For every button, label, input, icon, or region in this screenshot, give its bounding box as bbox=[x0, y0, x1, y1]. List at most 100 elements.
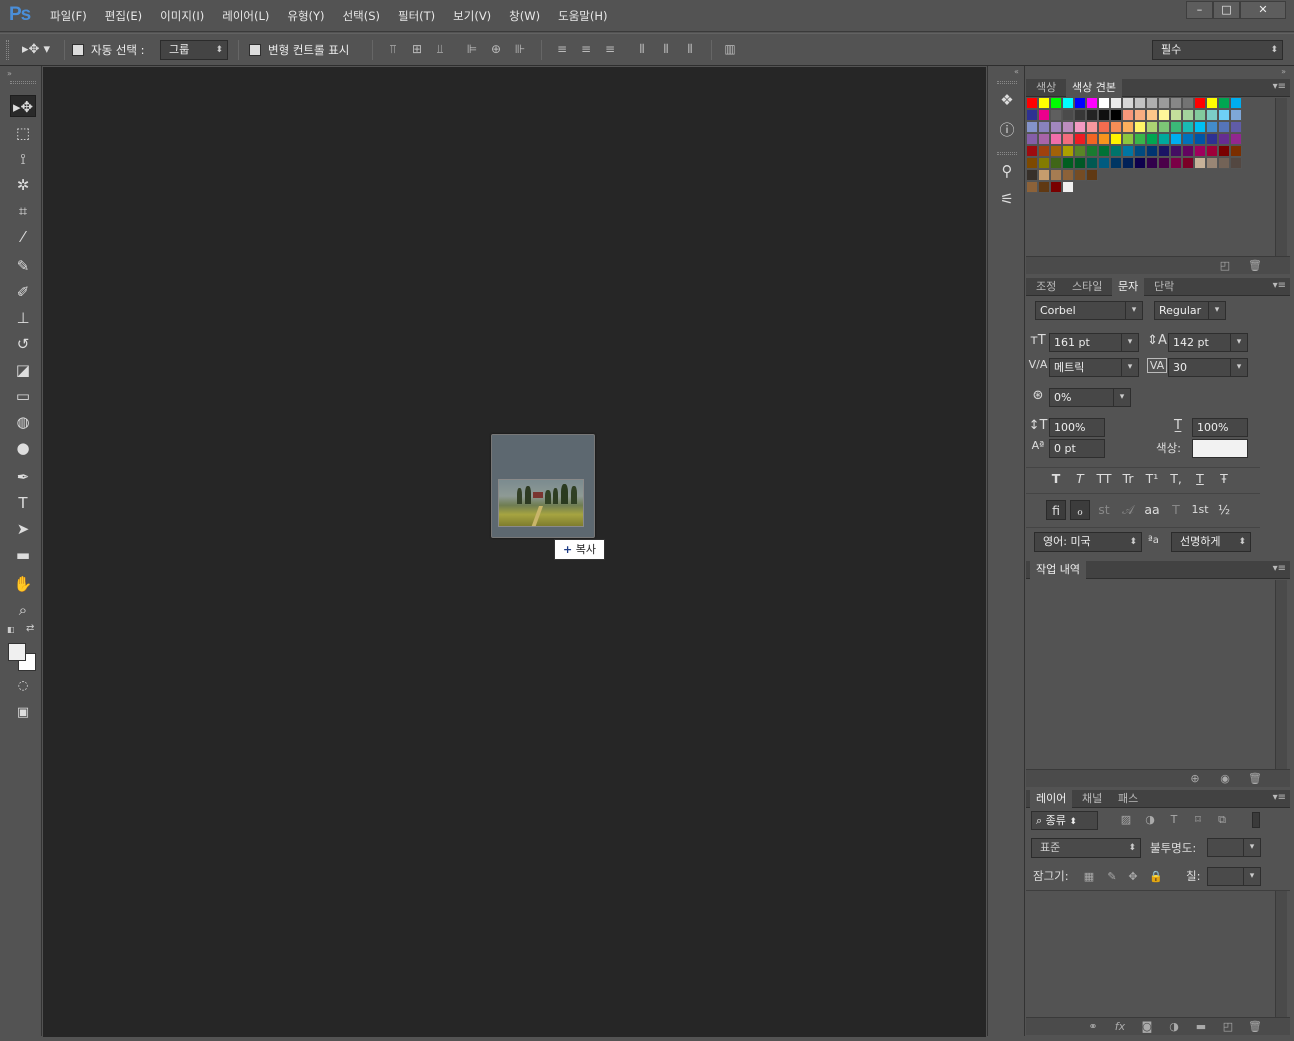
new-group-folder-icon[interactable]: ▬ bbox=[1194, 1020, 1208, 1034]
color-swatch[interactable] bbox=[1075, 158, 1086, 169]
color-swatch[interactable] bbox=[1111, 134, 1122, 145]
color-swatch[interactable] bbox=[1195, 134, 1206, 145]
color-swatch[interactable] bbox=[1075, 98, 1086, 109]
color-swatch[interactable] bbox=[1087, 122, 1098, 133]
collapse-icon[interactable]: » bbox=[7, 69, 12, 78]
color-swatch[interactable] bbox=[1219, 134, 1230, 145]
info-panel-icon[interactable]: ⓘ bbox=[997, 120, 1017, 140]
color-swatch[interactable] bbox=[1207, 122, 1218, 133]
color-swatch[interactable] bbox=[1051, 146, 1062, 157]
crop-tool-icon[interactable]: ⌗ bbox=[10, 200, 36, 222]
brush-tool-icon[interactable]: ✐ bbox=[10, 281, 36, 303]
color-swatch[interactable] bbox=[1051, 122, 1062, 133]
color-swatch[interactable] bbox=[1027, 134, 1038, 145]
fractions-button[interactable]: ½ bbox=[1214, 500, 1234, 520]
grip-handle[interactable] bbox=[6, 40, 9, 60]
small-caps-button[interactable]: Tr bbox=[1118, 469, 1138, 489]
color-swatch[interactable] bbox=[1039, 134, 1050, 145]
distribute-top-icon[interactable]: ≡ bbox=[555, 42, 569, 57]
tab-styles[interactable]: 스타일 bbox=[1066, 278, 1108, 296]
auto-align-layers-icon[interactable]: ▥ bbox=[723, 42, 737, 57]
color-swatch[interactable] bbox=[1111, 98, 1122, 109]
new-document-from-state-icon[interactable]: ⊕ bbox=[1188, 772, 1202, 786]
color-swatch[interactable] bbox=[1219, 122, 1230, 133]
color-swatch[interactable] bbox=[1135, 98, 1146, 109]
color-swatch[interactable] bbox=[1195, 98, 1206, 109]
tab-character[interactable]: 문자 bbox=[1112, 278, 1145, 296]
horizontal-scale-field[interactable]: 100% bbox=[1192, 418, 1248, 437]
align-left-icon[interactable]: ⊫ bbox=[465, 42, 479, 57]
color-swatch[interactable] bbox=[1171, 98, 1182, 109]
layers-scrollbar[interactable] bbox=[1275, 891, 1287, 1017]
filter-type-icon[interactable]: T bbox=[1167, 813, 1181, 827]
fill-field[interactable] bbox=[1207, 867, 1261, 886]
tab-paragraph[interactable]: 단락 bbox=[1148, 278, 1180, 296]
filter-smart-object-icon[interactable]: ⧉ bbox=[1215, 813, 1229, 827]
color-swatch[interactable] bbox=[1075, 134, 1086, 145]
maximize-button[interactable]: □ bbox=[1213, 1, 1240, 19]
color-swatch[interactable] bbox=[1219, 158, 1230, 169]
color-swatch[interactable] bbox=[1135, 110, 1146, 121]
color-swatch[interactable] bbox=[1063, 146, 1074, 157]
color-swatch[interactable] bbox=[1099, 98, 1110, 109]
gradient-tool-icon[interactable]: ▭ bbox=[10, 385, 36, 407]
marquee-tool-icon[interactable]: ⬚ bbox=[10, 122, 36, 144]
stylistic-alternates-button[interactable]: st bbox=[1094, 500, 1114, 520]
swatches-scrollbar[interactable] bbox=[1275, 98, 1287, 256]
subscript-button[interactable]: T, bbox=[1166, 469, 1186, 489]
all-caps-button[interactable]: TT bbox=[1094, 469, 1114, 489]
color-swatch[interactable] bbox=[1159, 146, 1170, 157]
layer-style-fx-icon[interactable]: fx bbox=[1113, 1020, 1127, 1034]
color-swatch[interactable] bbox=[1027, 110, 1038, 121]
lock-pixels-icon[interactable]: ✎ bbox=[1105, 870, 1119, 884]
panel-menu-icon[interactable]: ▾≡ bbox=[1273, 81, 1286, 92]
new-layer-icon[interactable]: ◰ bbox=[1221, 1020, 1235, 1034]
color-swatch[interactable] bbox=[1051, 98, 1062, 109]
color-swatch[interactable] bbox=[1087, 170, 1098, 181]
color-swatch[interactable] bbox=[1075, 110, 1086, 121]
menu-window[interactable]: 창(W) bbox=[509, 8, 540, 24]
distribute-hcenter-icon[interactable]: ⦀ bbox=[659, 42, 673, 57]
baseline-shift-field[interactable]: 0 pt bbox=[1049, 439, 1105, 458]
move-tool-icon[interactable]: ▸✥ bbox=[10, 95, 36, 117]
color-swatch[interactable] bbox=[1075, 146, 1086, 157]
grip-handle[interactable] bbox=[997, 152, 1017, 155]
swap-colors-icon[interactable]: ⇄ bbox=[26, 623, 38, 635]
brush-presets-icon[interactable]: ⚲ bbox=[997, 161, 1017, 181]
tab-adjustments[interactable]: 조정 bbox=[1030, 278, 1062, 296]
color-swatch[interactable] bbox=[1075, 122, 1086, 133]
eraser-tool-icon[interactable]: ◪ bbox=[10, 359, 36, 381]
ornaments-button[interactable]: T bbox=[1166, 500, 1186, 520]
align-right-icon[interactable]: ⊪ bbox=[513, 42, 527, 57]
tab-color[interactable]: 색상 bbox=[1030, 79, 1062, 97]
faux-bold-button[interactable]: T bbox=[1046, 469, 1066, 489]
color-swatch[interactable] bbox=[1027, 98, 1038, 109]
color-swatch[interactable] bbox=[1051, 134, 1062, 145]
new-swatch-icon[interactable]: ◰ bbox=[1218, 259, 1232, 273]
canvas-area[interactable]: + 복사 bbox=[43, 67, 986, 1037]
color-swatch[interactable] bbox=[1147, 158, 1158, 169]
color-swatch[interactable] bbox=[1027, 170, 1038, 181]
swatch-grid[interactable] bbox=[1027, 98, 1273, 248]
color-swatch[interactable] bbox=[1051, 170, 1062, 181]
color-swatch[interactable] bbox=[1039, 182, 1050, 193]
color-swatch[interactable] bbox=[1063, 158, 1074, 169]
screen-mode-icon[interactable]: ▣ bbox=[10, 702, 36, 724]
color-swatch[interactable] bbox=[1123, 98, 1134, 109]
blend-mode-select[interactable]: 표준 bbox=[1031, 838, 1141, 858]
color-swatch[interactable] bbox=[1171, 158, 1182, 169]
align-top-icon[interactable]: ⫪ bbox=[386, 42, 400, 57]
move-tool-preset-icon[interactable]: ▸✥ ▾ bbox=[22, 40, 60, 60]
adjustment-layer-icon[interactable]: ◑ bbox=[1167, 1020, 1181, 1034]
color-swatch[interactable] bbox=[1063, 182, 1074, 193]
color-swatch[interactable] bbox=[1087, 134, 1098, 145]
ligatures-button[interactable]: fi bbox=[1046, 500, 1066, 520]
menu-filter[interactable]: 필터(T) bbox=[398, 8, 435, 24]
color-swatch[interactable] bbox=[1147, 110, 1158, 121]
color-swatch[interactable] bbox=[1231, 158, 1242, 169]
color-swatch[interactable] bbox=[1147, 134, 1158, 145]
color-swatch[interactable] bbox=[1231, 122, 1242, 133]
color-swatch[interactable] bbox=[1207, 134, 1218, 145]
language-select[interactable]: 영어: 미국 bbox=[1034, 532, 1142, 552]
color-swatch[interactable] bbox=[1063, 110, 1074, 121]
